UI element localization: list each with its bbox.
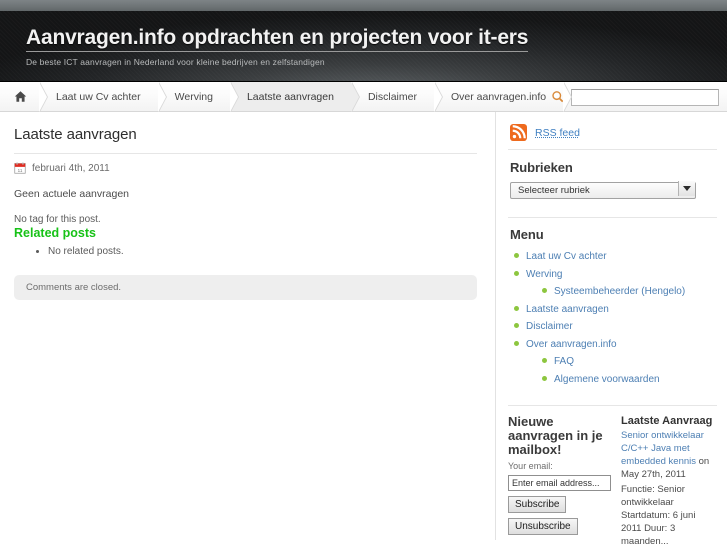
post-tags: No tag for this post. xyxy=(14,214,101,225)
divider xyxy=(508,405,717,406)
post-date: februari 4th, 2011 xyxy=(32,162,110,174)
rss-feed-label[interactable]: RSS feed xyxy=(535,127,580,139)
menu-title: Menu xyxy=(510,227,544,242)
home-icon xyxy=(14,90,27,103)
sidebar-item-werving[interactable]: Werving Systeembeheerder (Hengelo) xyxy=(512,265,717,300)
email-field[interactable] xyxy=(508,475,611,491)
sidebar: RSS feed Rubrieken Selecteer rubriek Men… xyxy=(496,112,727,545)
list-item: Senior ontwikkelaar C/C++ Java met embed… xyxy=(621,429,717,481)
menu-widget: Menu Laat uw Cv achter Werving Systeembe… xyxy=(508,227,717,395)
sidebar-item-laat-uw-cv-achter[interactable]: Laat uw Cv achter xyxy=(512,247,717,265)
divider xyxy=(508,217,717,218)
nav-item-home[interactable] xyxy=(0,82,48,112)
laatste-aanvraag-title: Laatste Aanvraag xyxy=(621,415,713,427)
sidebar-item-laatste-aanvragen[interactable]: Laatste aanvragen xyxy=(512,300,717,318)
sidebar-item-disclaimer[interactable]: Disclaimer xyxy=(512,317,717,335)
sidebar-item-label[interactable]: Werving xyxy=(526,269,563,280)
sidebar-subitem-label[interactable]: Systeembeheerder (Hengelo) xyxy=(554,286,685,297)
newsletter-field-label: Your email: xyxy=(508,461,553,471)
related-posts-list: No related posts. xyxy=(14,245,477,259)
nav-item-4[interactable]: Over aanvragen.info xyxy=(434,82,573,112)
svg-text:11: 11 xyxy=(18,168,23,173)
sidebar-submenu: Systeembeheerder (Hengelo) xyxy=(526,282,717,300)
nav-item-0[interactable]: Laat uw Cv achter xyxy=(39,82,167,112)
sidebar-item-label[interactable]: Disclaimer xyxy=(526,321,573,332)
sidebar-subitem-label[interactable]: FAQ xyxy=(554,356,574,367)
sidebar-submenu: FAQ Algemene voorwaarden xyxy=(526,352,717,387)
post-meta: 11 februari 4th, 2011 xyxy=(14,162,477,174)
search-area xyxy=(551,82,719,112)
site-title[interactable]: Aanvragen.info opdrachten en projecten v… xyxy=(26,27,528,52)
nav-item-2[interactable]: Laatste aanvragen xyxy=(229,82,360,112)
sidebar-bottom-columns: Nieuwe aanvragen in je mailbox! Your ema… xyxy=(508,415,717,545)
main-navigation: Laat uw Cv achter Werving Laatste aanvra… xyxy=(0,82,727,112)
nav-item-3[interactable]: Disclaimer xyxy=(351,82,443,112)
nav-item-1[interactable]: Werving xyxy=(158,82,240,112)
post-body: Geen actuele aanvragen xyxy=(14,188,130,200)
page-body: Laatste aanvragen 11 februari 4th, 2011 … xyxy=(0,112,727,545)
main-content: Laatste aanvragen 11 februari 4th, 2011 … xyxy=(0,112,496,540)
rubrieken-title: Rubrieken xyxy=(510,160,573,175)
bullet-icon xyxy=(514,340,519,346)
page-root: Aanvragen.info opdrachten en projecten v… xyxy=(0,0,727,545)
rubrieken-widget: Rubrieken Selecteer rubriek xyxy=(508,160,717,207)
nav-items: Laat uw Cv achter Werving Laatste aanvra… xyxy=(0,82,573,112)
bullet-icon xyxy=(542,288,547,293)
unsubscribe-button[interactable]: Unsubscribe xyxy=(508,518,578,535)
aanvraag-excerpt: Functie: Senior ontwikkelaar Startdatum:… xyxy=(621,484,696,545)
aanvraag-link[interactable]: Senior ontwikkelaar C/C++ Java met embed… xyxy=(621,430,704,467)
related-posts-title: Related posts xyxy=(14,226,96,240)
rss-icon xyxy=(510,124,527,141)
subscribe-button[interactable]: Subscribe xyxy=(508,496,567,513)
bullet-icon xyxy=(514,270,519,276)
sidebar-item-label[interactable]: Laatste aanvragen xyxy=(526,304,609,315)
sidebar-menu-list: Laat uw Cv achter Werving Systeembeheerd… xyxy=(508,247,717,387)
site-header: Aanvragen.info opdrachten en projecten v… xyxy=(0,11,727,82)
page-title: Laatste aanvragen xyxy=(14,126,477,154)
sidebar-subitem-algemene-voorwaarden[interactable]: Algemene voorwaarden xyxy=(540,370,717,388)
bullet-icon xyxy=(542,375,547,381)
sidebar-subitem-label[interactable]: Algemene voorwaarden xyxy=(554,374,660,385)
sidebar-item-label[interactable]: Over aanvragen.info xyxy=(526,339,617,350)
site-tagline: De beste ICT aanvragen in Nederland voor… xyxy=(26,57,325,67)
bullet-icon xyxy=(514,253,519,258)
sidebar-item-label[interactable]: Laat uw Cv achter xyxy=(526,251,607,262)
bullet-icon xyxy=(514,305,519,311)
comments-status: Comments are closed. xyxy=(14,275,477,300)
rss-feed-widget[interactable]: RSS feed xyxy=(508,120,717,150)
laatste-aanvraag-widget: Laatste Aanvraag Senior ontwikkelaar C/C… xyxy=(621,415,717,545)
sidebar-subitem-systeembeheerder[interactable]: Systeembeheerder (Hengelo) xyxy=(540,282,717,300)
rubrieken-select[interactable]: Selecteer rubriek xyxy=(510,182,696,199)
newsletter-title: Nieuwe aanvragen in je mailbox! xyxy=(508,414,603,457)
top-strip xyxy=(0,0,727,11)
sidebar-item-over-aanvragen-info[interactable]: Over aanvragen.info FAQ Algemene voorwaa… xyxy=(512,335,717,388)
rubrieken-select-wrap: Selecteer rubriek xyxy=(510,180,696,199)
bullet-icon xyxy=(514,323,519,328)
header-inner: Aanvragen.info opdrachten en projecten v… xyxy=(0,11,727,67)
sidebar-subitem-faq[interactable]: FAQ xyxy=(540,352,717,370)
list-item: No related posts. xyxy=(48,245,477,259)
search-input[interactable] xyxy=(571,88,719,106)
newsletter-widget: Nieuwe aanvragen in je mailbox! Your ema… xyxy=(508,415,611,545)
calendar-icon: 11 xyxy=(14,162,26,174)
bullet-icon xyxy=(542,358,547,363)
